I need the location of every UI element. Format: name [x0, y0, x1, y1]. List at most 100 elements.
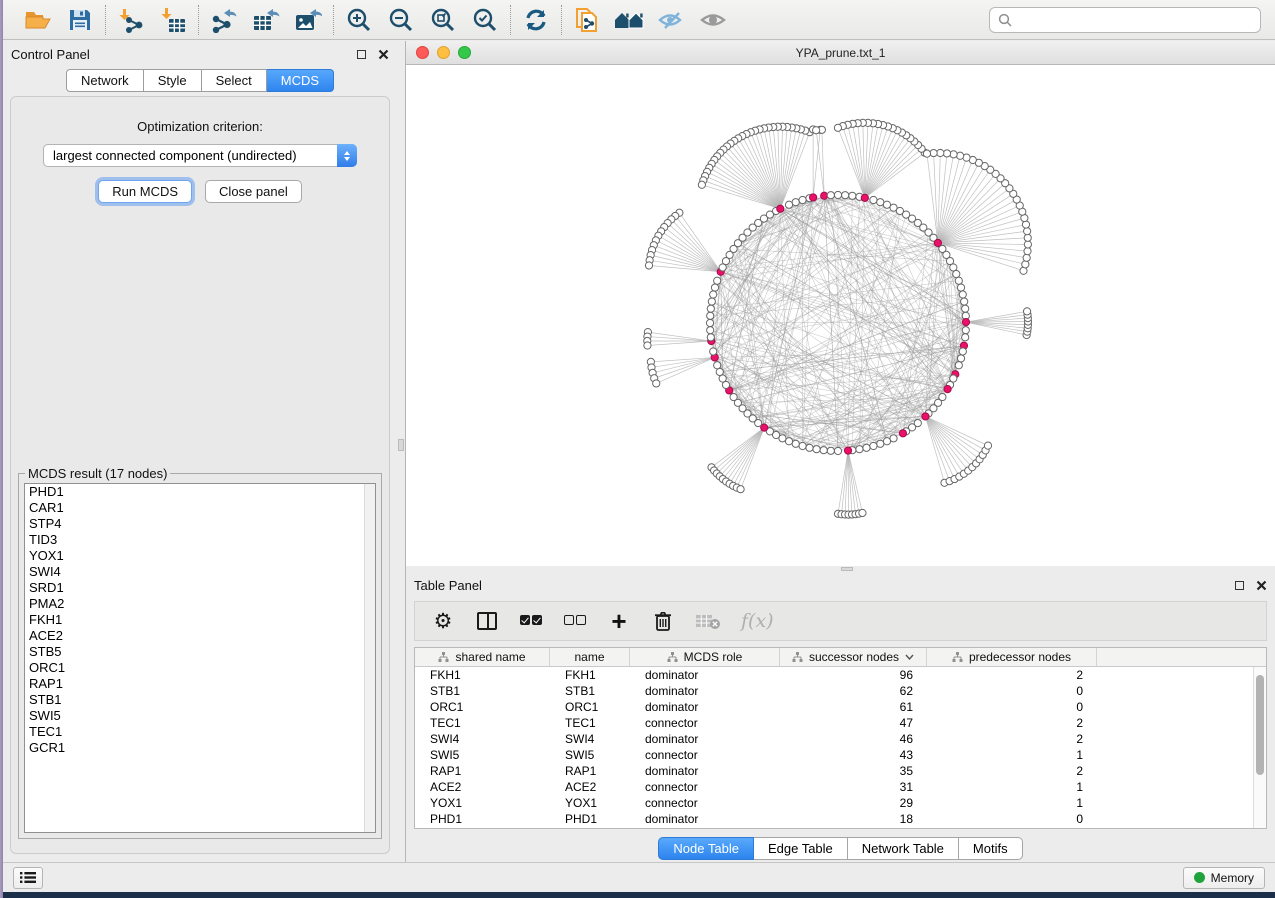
zoom-selected-button[interactable] [470, 5, 500, 35]
graph-node[interactable] [813, 446, 820, 453]
task-history-button[interactable] [13, 867, 43, 889]
graph-node[interactable] [707, 305, 714, 312]
table-row[interactable]: TEC1TEC1connector472 [415, 715, 1266, 731]
mcds-result-item[interactable]: CAR1 [25, 500, 375, 516]
mcds-result-item[interactable]: STP4 [25, 516, 375, 532]
graph-node[interactable] [849, 192, 856, 199]
table-row[interactable]: ORC1ORC1dominator610 [415, 699, 1266, 715]
graph-node[interactable] [730, 393, 737, 400]
graph-node[interactable] [698, 181, 705, 188]
graph-node[interactable] [834, 447, 841, 454]
table-scrollbar[interactable] [1253, 667, 1266, 828]
first-neighbors-button[interactable] [614, 5, 644, 35]
network-canvas[interactable] [406, 65, 1275, 566]
graph-node[interactable] [870, 442, 877, 449]
graph-node[interactable] [707, 312, 714, 319]
close-panel-button[interactable]: Close panel [205, 180, 302, 203]
column-shared-name[interactable]: shared name [415, 648, 550, 666]
graph-node[interactable] [834, 191, 841, 198]
close-panel-icon[interactable] [378, 49, 389, 60]
zoom-in-button[interactable] [344, 5, 374, 35]
column-predecessor-nodes[interactable]: predecessor nodes [927, 648, 1097, 666]
graph-hub-node[interactable] [899, 430, 906, 437]
hide-selected-button[interactable] [656, 5, 686, 35]
show-all-button[interactable] [698, 5, 728, 35]
search-input[interactable] [1018, 13, 1252, 28]
graph-node[interactable] [943, 150, 950, 157]
graph-node[interactable] [957, 152, 964, 159]
mcds-list-scrollbar[interactable] [364, 484, 375, 832]
graph-node[interactable] [644, 342, 651, 349]
splitter-grip[interactable] [841, 567, 853, 571]
graph-node[interactable] [708, 298, 715, 305]
graph-node[interactable] [785, 201, 792, 208]
add-row-button[interactable]: + [607, 608, 631, 634]
clone-network-button[interactable] [572, 5, 602, 35]
tab-select[interactable]: Select [202, 69, 267, 92]
graph-node[interactable] [930, 149, 937, 156]
column-successor-nodes[interactable]: successor nodes [780, 648, 927, 666]
graph-hub-node[interactable] [810, 194, 817, 201]
graph-node[interactable] [707, 334, 714, 341]
mcds-result-item[interactable]: PHD1 [25, 484, 375, 500]
graph-node[interactable] [710, 291, 717, 298]
graph-node[interactable] [870, 196, 877, 203]
mcds-result-item[interactable]: PMA2 [25, 596, 375, 612]
mcds-result-item[interactable]: SWI5 [25, 708, 375, 724]
graph-node[interactable] [955, 277, 962, 284]
zoom-fit-button[interactable] [428, 5, 458, 35]
mcds-result-item[interactable]: TID3 [25, 532, 375, 548]
float-table-panel-icon[interactable] [1235, 581, 1244, 590]
float-panel-icon[interactable] [357, 50, 366, 59]
graph-hub-node[interactable] [944, 386, 951, 393]
graph-hub-node[interactable] [777, 205, 784, 212]
graph-node[interactable] [955, 362, 962, 369]
refresh-layout-button[interactable] [521, 5, 551, 35]
mcds-result-item[interactable]: YOX1 [25, 548, 375, 564]
graph-node[interactable] [863, 444, 870, 451]
table-row[interactable]: STB1STB1dominator620 [415, 683, 1266, 699]
memory-button[interactable]: Memory [1183, 867, 1265, 889]
graph-node[interactable] [859, 509, 866, 516]
graph-node[interactable] [957, 355, 964, 362]
graph-node[interactable] [834, 124, 841, 131]
graph-node[interactable] [827, 447, 834, 454]
graph-node[interactable] [856, 446, 863, 453]
graph-node[interactable] [1024, 234, 1031, 241]
tab-edge-table[interactable]: Edge Table [754, 837, 848, 860]
graph-node[interactable] [1023, 308, 1030, 315]
mcds-result-item[interactable]: SRD1 [25, 580, 375, 596]
mcds-result-item[interactable]: GCR1 [25, 740, 375, 756]
graph-node[interactable] [877, 199, 884, 206]
graph-hub-node[interactable] [962, 319, 969, 326]
graph-node[interactable] [737, 486, 744, 493]
tab-network-table[interactable]: Network Table [848, 837, 959, 860]
graph-node[interactable] [1024, 241, 1031, 248]
tab-node-table[interactable]: Node Table [658, 837, 754, 860]
graph-node[interactable] [707, 327, 714, 334]
graph-node[interactable] [953, 270, 960, 277]
table-row[interactable]: PHD1PHD1dominator180 [415, 811, 1266, 827]
table-row[interactable]: YOX1YOX1connector291 [415, 795, 1266, 811]
graph-node[interactable] [1023, 254, 1030, 261]
table-row[interactable]: FKH1FKH1dominator962 [415, 667, 1266, 683]
zoom-out-button[interactable] [386, 5, 416, 35]
graph-node[interactable] [959, 348, 966, 355]
mcds-result-item[interactable]: STB1 [25, 692, 375, 708]
save-session-button[interactable] [65, 5, 95, 35]
export-network-button[interactable] [209, 5, 239, 35]
graph-node[interactable] [714, 362, 721, 369]
run-mcds-button[interactable]: Run MCDS [98, 180, 192, 203]
import-table-button[interactable] [158, 5, 188, 35]
graph-node[interactable] [962, 305, 969, 312]
mcds-result-item[interactable]: TEC1 [25, 724, 375, 740]
tab-network[interactable]: Network [66, 69, 144, 92]
graph-node[interactable] [706, 319, 713, 326]
open-file-button[interactable] [23, 5, 53, 35]
graph-node[interactable] [842, 192, 849, 199]
graph-node[interactable] [961, 298, 968, 305]
graph-node[interactable] [711, 284, 718, 291]
graph-node[interactable] [710, 348, 717, 355]
close-table-panel-icon[interactable] [1256, 580, 1267, 591]
select-all-button[interactable] [519, 608, 543, 634]
